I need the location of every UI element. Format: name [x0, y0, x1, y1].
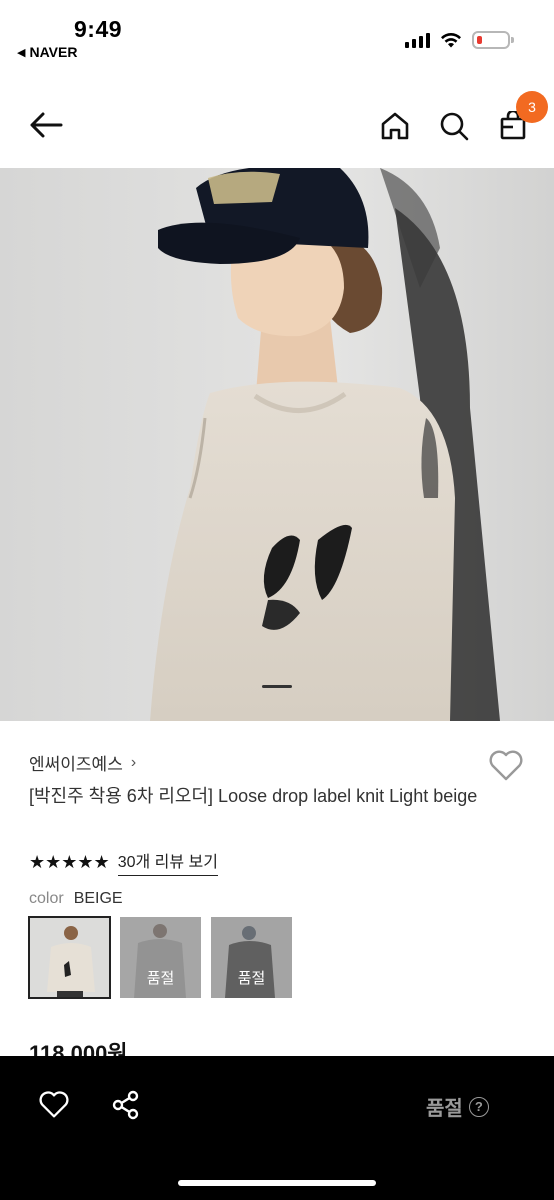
swatch-grey[interactable]: 품절: [120, 917, 201, 998]
color-label: color: [29, 890, 64, 907]
color-swatches: 품절 품절: [28, 916, 292, 999]
app-header: 3: [0, 90, 554, 166]
heart-icon: [489, 750, 523, 781]
question-circle-icon[interactable]: ?: [468, 1096, 489, 1117]
rating-row: ★★★★★ 30개 리뷰 보기: [29, 848, 218, 876]
status-bar: 9:49 ◀ NAVER: [0, 0, 554, 74]
back-to-app[interactable]: ◀ NAVER: [17, 44, 77, 60]
home-button[interactable]: [374, 105, 416, 147]
cart-count-badge: 3: [516, 91, 548, 123]
status-time: 9:49: [74, 16, 123, 42]
back-triangle-icon: ◀: [17, 46, 26, 59]
swatch-beige-thumbnail: [29, 917, 110, 998]
swatch-charcoal[interactable]: 품절: [211, 917, 292, 998]
brand-name: 엔써이즈예스: [29, 755, 123, 774]
signal-icon: [405, 32, 430, 48]
product-title: [박진주 착용 6차 리오더] Loose drop label knit Li…: [29, 786, 478, 806]
heart-icon: [39, 1091, 69, 1118]
product-photo: [0, 168, 554, 721]
status-icons: [405, 31, 514, 49]
color-value: BEIGE: [73, 890, 123, 907]
cart-button[interactable]: 3: [492, 91, 548, 147]
back-button[interactable]: [25, 104, 67, 146]
search-icon: [440, 112, 469, 141]
battery-icon: [472, 31, 514, 49]
wishlist-button[interactable]: [486, 746, 526, 786]
soldout-label: 품절: [237, 970, 266, 987]
reviews-link[interactable]: 30개 리뷰 보기: [117, 848, 218, 876]
swatch-beige[interactable]: [28, 916, 111, 999]
share-icon: [112, 1090, 139, 1120]
soldout-label: 품절: [146, 970, 175, 987]
product-image[interactable]: [0, 168, 554, 721]
bottom-action-bar: 품절 ?: [0, 1056, 554, 1200]
arrow-left-icon: [30, 112, 63, 138]
bottom-like-button[interactable]: [32, 1083, 76, 1127]
color-row: color BEIGE: [29, 890, 123, 908]
home-icon: [381, 112, 409, 140]
home-indicator: [178, 1180, 376, 1186]
search-button[interactable]: [433, 105, 475, 147]
wifi-icon: [441, 32, 461, 48]
carousel-indicator: [262, 685, 292, 688]
soldout-text: 품절: [426, 1098, 463, 1120]
soldout-button[interactable]: 품절 ?: [426, 1092, 489, 1121]
rating-stars: ★★★★★: [29, 851, 110, 872]
brand-link[interactable]: 엔써이즈예스 ›: [29, 750, 136, 775]
back-app-label: NAVER: [29, 44, 78, 60]
share-button[interactable]: [104, 1083, 148, 1127]
chevron-right-icon: ›: [130, 753, 137, 771]
